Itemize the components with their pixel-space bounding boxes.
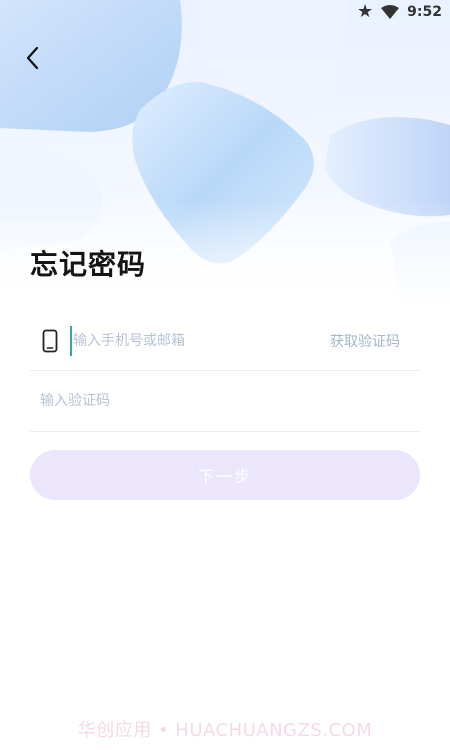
watermark: 华创应用 • HUACHUANGZS.COM <box>77 720 373 741</box>
get-code-button[interactable]: 获取验证码 <box>330 331 400 351</box>
phone-icon <box>40 328 60 354</box>
phone-email-input[interactable] <box>70 326 313 356</box>
phone-row: 获取验证码 <box>30 312 420 371</box>
status-time: 9:52 <box>407 4 442 20</box>
star-icon: ★ <box>357 1 374 22</box>
page-title: 忘记密码 <box>30 248 147 281</box>
next-step-button[interactable]: 下一步 <box>30 450 420 500</box>
verification-code-input[interactable] <box>40 386 340 416</box>
status-bar: ★ 9:52 <box>357 0 450 24</box>
back-button[interactable] <box>18 44 46 72</box>
chevron-left-icon <box>26 46 39 70</box>
code-row <box>30 371 420 432</box>
reset-form: 获取验证码 <box>30 312 420 432</box>
forgot-password-screen: ★ 9:52 忘记密码 获取验证码 下一步 华创应用 <box>0 0 450 750</box>
wifi-icon <box>381 5 400 19</box>
